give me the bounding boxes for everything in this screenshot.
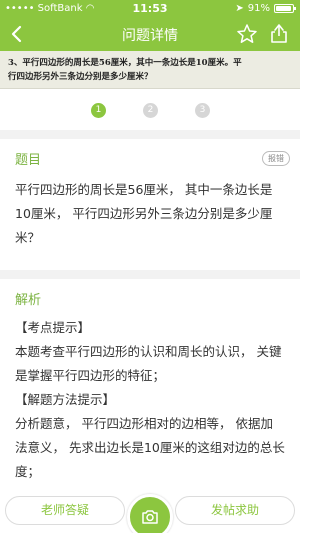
question-section-title: 题目 <box>15 153 42 168</box>
post-for-help-button[interactable]: 发帖求助 <box>175 496 295 525</box>
question-image[interactable]: 3、平行四边形的周长是56厘米，其中一条边长是10厘米。平 行四边形另外三条边分… <box>0 51 300 89</box>
location-icon: ➤ <box>235 3 244 14</box>
analysis-body: 【考点提示】 本题考查平行四边形的认识和周长的认识， 关键是掌握平行四边形的特征… <box>15 316 285 484</box>
question-text: 平行四边形的周长是56厘米， 其中一条边长是10厘米， 平行四边形另外三条边分别… <box>15 182 273 245</box>
analysis-line: 【解题方法提示】 <box>15 392 116 407</box>
camera-icon <box>142 510 158 524</box>
pager-dot-3[interactable]: 3 <box>195 103 210 118</box>
star-icon[interactable] <box>236 23 258 45</box>
nav-bar: 问题详情 <box>0 18 300 51</box>
camera-button[interactable] <box>127 494 173 533</box>
report-error-button[interactable]: 报错 <box>262 151 290 166</box>
status-right: ➤ 91% <box>235 3 296 14</box>
analysis-section-title: 解析 <box>15 293 42 308</box>
share-icon[interactable] <box>268 22 290 44</box>
battery-icon <box>274 4 296 13</box>
pager-dot-2[interactable]: 2 <box>143 103 158 118</box>
analysis-line: 【考点提示】 <box>15 320 91 335</box>
question-image-line: 3、平行四边形的周长是56厘米，其中一条边长是10厘米。平 <box>8 58 242 68</box>
divider <box>0 130 300 139</box>
pager-dot-1[interactable]: 1 <box>91 103 106 118</box>
battery-percent: 91% <box>247 3 270 14</box>
image-pager: 1 2 3 <box>0 103 300 121</box>
analysis-line: 分析题意， 平行四边形相对的边相等， 依据加法意义， 先求出边长是10厘米的这组… <box>15 416 285 479</box>
divider <box>0 270 300 279</box>
status-bar: ••••• SoftBank ◠ 11:53 ➤ 91% <box>0 0 300 18</box>
ask-teacher-button[interactable]: 老师答疑 <box>5 496 125 525</box>
analysis-line: 本题考查平行四边形的认识和周长的认识， 关键是掌握平行四边形的特征； <box>15 344 282 383</box>
question-image-line: 行四边形另外三条边分别是多少厘米？ <box>8 72 153 82</box>
